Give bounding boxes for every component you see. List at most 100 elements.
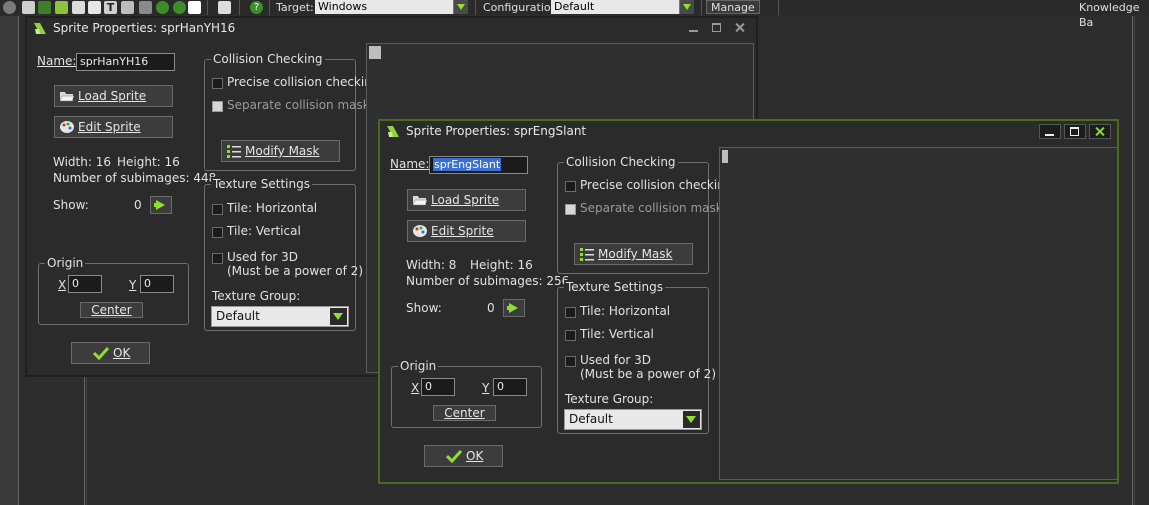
texture-settings-group: Texture Settings Tile: Horizontal Tile: … xyxy=(557,280,716,434)
chevron-down-icon[interactable] xyxy=(453,0,468,14)
document-icon[interactable] xyxy=(88,1,101,14)
mask-list-icon xyxy=(580,248,594,261)
origin-x-value: 0 xyxy=(425,380,432,393)
origin-x-label: X xyxy=(58,278,67,292)
origin-title: Origin xyxy=(398,359,439,373)
origin-x-field[interactable]: 0 xyxy=(421,378,455,396)
load-sprite-button[interactable]: Load Sprite xyxy=(407,189,526,211)
texture-group-label: Texture Group: xyxy=(212,289,301,303)
edit-sprite-button[interactable]: Edit Sprite xyxy=(407,220,526,242)
minimize-icon[interactable] xyxy=(684,21,704,34)
minimize-icon[interactable] xyxy=(1039,124,1061,139)
knowledge-base-tab[interactable]: Knowledge Ba xyxy=(1079,0,1149,30)
tile-horizontal-label: Tile: Horizontal xyxy=(227,201,318,215)
image-icon[interactable] xyxy=(22,1,35,14)
modify-mask-button[interactable]: Modify Mask xyxy=(574,243,693,265)
texture-group-select[interactable]: Default xyxy=(564,409,702,430)
used-3d-checkbox[interactable] xyxy=(565,356,576,367)
window-title: Sprite Properties: sprHanYH16 xyxy=(53,21,236,35)
load-sprite-label: Load Sprite xyxy=(78,89,147,103)
close-icon[interactable] xyxy=(1089,124,1111,139)
tile-vertical-checkbox[interactable] xyxy=(565,330,576,341)
texture-settings-group: Texture Settings Tile: Horizontal Tile: … xyxy=(204,177,363,331)
gamemaker-icon xyxy=(34,23,46,34)
origin-x-field[interactable]: 0 xyxy=(68,275,102,293)
mask-list-icon xyxy=(227,145,241,158)
list-icon[interactable] xyxy=(218,1,231,14)
tile-vertical-label: Tile: Vertical xyxy=(580,327,654,341)
center-button[interactable]: Center xyxy=(80,302,143,318)
ok-label: OK xyxy=(466,449,484,463)
timeline-icon[interactable] xyxy=(139,1,152,14)
edit-sprite-button[interactable]: Edit Sprite xyxy=(54,116,173,138)
ok-label: OK xyxy=(113,346,131,360)
manage-button[interactable]: Manage xyxy=(706,0,760,14)
divider xyxy=(18,16,19,505)
modify-mask-button[interactable]: Modify Mask xyxy=(221,140,340,162)
texture-group-select[interactable]: Default xyxy=(211,306,349,327)
origin-group: Origin X 0 Y 0 Center xyxy=(391,359,542,428)
folder-open-icon xyxy=(412,196,428,206)
run-icon[interactable] xyxy=(55,1,68,14)
help-icon[interactable]: ? xyxy=(250,1,263,14)
used-3d-checkbox[interactable] xyxy=(212,253,223,264)
sprite-properties-window-2[interactable]: Sprite Properties: sprEngSlant Name: spr… xyxy=(378,119,1119,484)
origin-y-field[interactable]: 0 xyxy=(140,275,174,293)
origin-y-label: Y xyxy=(129,278,137,292)
settings-icon[interactable] xyxy=(3,1,16,14)
maximize-icon[interactable] xyxy=(1064,124,1086,139)
next-subimage-icon[interactable] xyxy=(503,299,525,317)
name-field[interactable]: sprHanYH16 xyxy=(76,53,175,71)
next-subimage-icon[interactable] xyxy=(150,196,172,214)
tile-vertical-label: Tile: Vertical xyxy=(227,224,301,238)
separate-masks-checkbox[interactable] xyxy=(212,101,223,112)
chevron-down-icon[interactable] xyxy=(683,411,700,428)
collision-checking-group: Collision Checking Precise collision che… xyxy=(557,155,732,274)
modify-mask-label: Modify Mask xyxy=(598,247,673,261)
width-text: Width: 16 xyxy=(53,155,111,169)
target-select[interactable]: Windows xyxy=(315,0,468,14)
maximize-icon[interactable] xyxy=(707,21,727,34)
height-text: Height: 16 xyxy=(470,258,533,272)
origin-title: Origin xyxy=(45,256,86,270)
close-icon[interactable] xyxy=(730,21,750,34)
tile-horizontal-checkbox[interactable] xyxy=(212,204,223,215)
name-label: Name: xyxy=(390,157,430,171)
ok-button[interactable]: OK xyxy=(424,445,503,467)
export-icon[interactable] xyxy=(38,1,51,14)
separate-masks-checkbox[interactable] xyxy=(565,204,576,215)
precise-collision-label: Precise collision checking xyxy=(227,75,380,89)
object-icon[interactable] xyxy=(156,1,169,14)
title-bar[interactable]: Sprite Properties: sprHanYH16 xyxy=(27,18,756,40)
palette-icon xyxy=(413,225,427,237)
show-value: 0 xyxy=(134,198,142,212)
precise-collision-checkbox[interactable] xyxy=(565,181,576,192)
blank-icon[interactable] xyxy=(188,1,201,14)
font-icon[interactable]: T xyxy=(104,1,117,14)
checkmark-icon xyxy=(93,346,109,360)
tile-vertical-checkbox[interactable] xyxy=(212,227,223,238)
precise-collision-checkbox[interactable] xyxy=(212,78,223,89)
sprite-preview xyxy=(719,147,1118,480)
modify-mask-label: Modify Mask xyxy=(245,144,320,158)
origin-x-label: X xyxy=(411,381,420,395)
chevron-down-icon[interactable] xyxy=(679,0,694,14)
window-title: Sprite Properties: sprEngSlant xyxy=(406,124,587,138)
name-field[interactable]: sprEngSlant xyxy=(429,156,528,174)
folder-open-icon xyxy=(59,92,75,102)
path-icon[interactable] xyxy=(121,1,134,14)
configuration-select[interactable]: Default xyxy=(551,0,694,14)
center-button[interactable]: Center xyxy=(433,405,496,421)
origin-y-field[interactable]: 0 xyxy=(493,378,527,396)
ok-button[interactable]: OK xyxy=(71,342,150,364)
tile-horizontal-checkbox[interactable] xyxy=(565,307,576,318)
chevron-down-icon[interactable] xyxy=(330,308,347,325)
main-toolbar: T ? Target: Windows Configuration: Defau… xyxy=(0,0,1149,29)
load-sprite-button[interactable]: Load Sprite xyxy=(54,85,173,107)
subimages-text: Number of subimages: 256 xyxy=(406,274,570,288)
name-value: sprHanYH16 xyxy=(80,55,149,68)
room-icon[interactable] xyxy=(173,1,186,14)
script-icon[interactable] xyxy=(72,1,85,14)
title-bar[interactable]: Sprite Properties: sprEngSlant xyxy=(380,121,1117,143)
separate-masks-label: Separate collision masks xyxy=(227,98,376,112)
